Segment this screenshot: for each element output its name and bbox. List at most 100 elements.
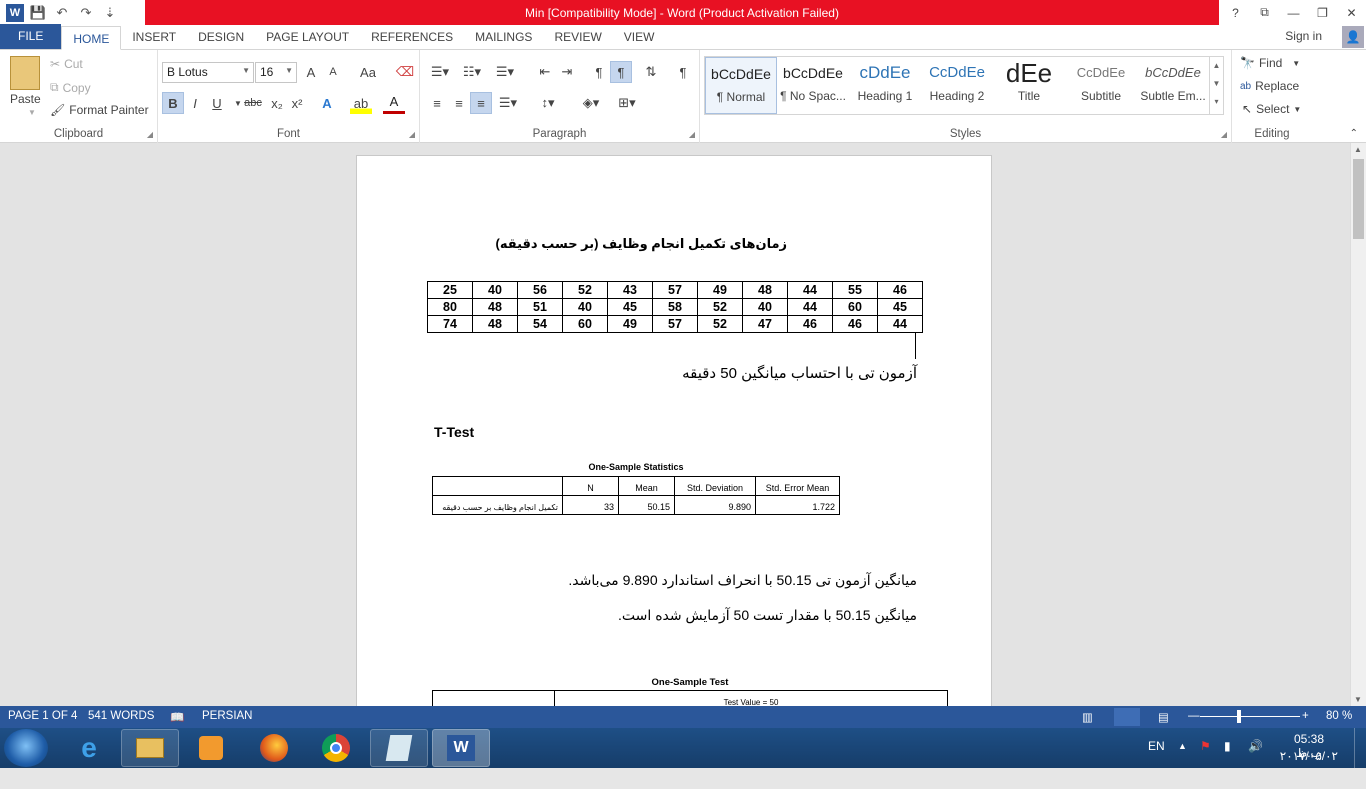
shading-icon[interactable]: ◈▾ xyxy=(576,92,606,114)
clipboard-launcher-icon[interactable]: ◢ xyxy=(147,130,153,139)
select-button[interactable]: ↖ Select ▼ xyxy=(1242,102,1301,116)
start-button-icon[interactable] xyxy=(4,729,48,767)
text-effects-button[interactable]: A xyxy=(316,92,338,114)
tab-page-layout[interactable]: PAGE LAYOUT xyxy=(255,25,360,49)
print-layout-icon[interactable] xyxy=(1114,708,1140,726)
multilevel-list-icon[interactable]: ☰▾ xyxy=(490,61,520,83)
clock-date[interactable]: ۲۰۱۷/۰۵/۰۲ xyxy=(1280,749,1338,789)
paste-dropdown-icon[interactable]: ▼ xyxy=(28,108,36,117)
vertical-scrollbar[interactable]: ▲ ▼ xyxy=(1350,143,1366,706)
notepad-icon[interactable] xyxy=(370,729,428,767)
web-layout-icon[interactable]: ▤ xyxy=(1158,710,1169,724)
highlight-color-button[interactable]: ab xyxy=(350,92,372,114)
zoom-level[interactable]: 80 % xyxy=(1326,710,1352,722)
file-explorer-icon[interactable] xyxy=(121,729,179,767)
collapse-ribbon-icon[interactable]: ⌃ xyxy=(1350,128,1358,139)
help-button[interactable]: ? xyxy=(1221,0,1250,25)
tab-home[interactable]: HOME xyxy=(61,26,122,50)
style-subtitle[interactable]: CcDdEe Subtitle xyxy=(1065,57,1137,114)
save-icon[interactable]: 💾 xyxy=(28,3,48,23)
word-app-icon[interactable]: W xyxy=(6,3,24,22)
align-right-icon[interactable]: ≡ xyxy=(470,92,492,114)
underline-button[interactable]: U xyxy=(206,92,228,114)
styles-launcher-icon[interactable]: ◢ xyxy=(1221,130,1227,139)
show-desktop-button[interactable] xyxy=(1354,728,1366,768)
input-language[interactable]: EN xyxy=(1148,739,1165,779)
style-heading-2[interactable]: CcDdEe Heading 2 xyxy=(921,57,993,114)
tray-expand-icon[interactable]: ▲ xyxy=(1178,741,1187,781)
word-count[interactable]: 541 WORDS xyxy=(88,710,154,722)
font-color-button[interactable]: A xyxy=(383,92,405,114)
font-launcher-icon[interactable]: ◢ xyxy=(409,130,415,139)
grow-font-button[interactable]: A xyxy=(300,61,322,83)
ribbon-display-options-button[interactable]: ⧉ xyxy=(1250,0,1279,25)
scroll-thumb[interactable] xyxy=(1353,159,1364,239)
tab-insert[interactable]: INSERT xyxy=(121,25,187,49)
style-no-spacing[interactable]: bCcDdEe ¶ No Spac... xyxy=(777,57,849,114)
style-subtle-emphasis[interactable]: bCcDdEe Subtle Em... xyxy=(1137,57,1209,114)
copy-button[interactable]: ⧉ Copy xyxy=(50,80,91,95)
rtl-direction-icon[interactable]: ¶ xyxy=(610,61,632,83)
minimize-button[interactable]: — xyxy=(1279,0,1308,25)
sort-icon[interactable]: ⇅ xyxy=(640,61,662,83)
justify-icon[interactable]: ☰▾ xyxy=(494,92,522,114)
close-button[interactable]: ✕ xyxy=(1337,0,1366,25)
zoom-in-icon[interactable]: + xyxy=(1302,710,1309,722)
zoom-out-icon[interactable]: — xyxy=(1188,710,1200,722)
style-heading-1[interactable]: cDdEe Heading 1 xyxy=(849,57,921,114)
action-center-icon[interactable]: ⚑ xyxy=(1200,739,1211,779)
bullets-icon[interactable]: ☰▾ xyxy=(426,61,454,83)
numbering-icon[interactable]: ☷▾ xyxy=(458,61,486,83)
restore-button[interactable]: ❐ xyxy=(1308,0,1337,25)
language-indicator[interactable]: PERSIAN xyxy=(202,710,253,722)
find-button[interactable]: 🔭 Find ▼ xyxy=(1240,56,1300,70)
style-title[interactable]: dEe Title xyxy=(993,57,1065,114)
cut-button[interactable]: ✂ Cut xyxy=(50,57,83,71)
internet-explorer-icon[interactable]: e xyxy=(60,729,118,767)
bold-button[interactable]: B xyxy=(162,92,184,114)
tab-mailings[interactable]: MAILINGS xyxy=(464,25,543,49)
change-case-button[interactable]: Aa xyxy=(353,61,383,83)
network-icon[interactable]: ▮ xyxy=(1224,739,1231,779)
borders-icon[interactable]: ⊞▾ xyxy=(612,92,642,114)
italic-button[interactable]: I xyxy=(184,92,206,114)
page-count[interactable]: PAGE 1 OF 4 xyxy=(8,710,77,722)
font-name-combo[interactable]: B Lotus ▼ xyxy=(162,62,254,83)
clear-formatting-icon[interactable]: ⌫ xyxy=(394,61,416,83)
media-player-icon[interactable] xyxy=(182,729,240,767)
line-spacing-icon[interactable]: ↕▾ xyxy=(534,92,562,114)
zoom-slider-thumb[interactable] xyxy=(1237,710,1241,723)
proofing-icon[interactable]: 📖 xyxy=(170,710,184,724)
tab-review[interactable]: REVIEW xyxy=(543,25,612,49)
read-mode-icon[interactable]: ▥ xyxy=(1082,710,1093,724)
firefox-icon[interactable] xyxy=(245,729,303,767)
tab-design[interactable]: DESIGN xyxy=(187,25,255,49)
styles-scroll-icon[interactable]: ▲ ▼ ▾ xyxy=(1209,57,1223,114)
sign-in-link[interactable]: Sign in xyxy=(1285,29,1322,43)
align-left-icon[interactable]: ≡ xyxy=(426,92,448,114)
volume-icon[interactable]: 🔊 xyxy=(1248,739,1263,779)
increase-indent-icon[interactable]: ⇥ xyxy=(556,61,578,83)
replace-button[interactable]: ab Replace xyxy=(1240,79,1299,93)
paragraph-launcher-icon[interactable]: ◢ xyxy=(689,130,695,139)
format-painter-button[interactable]: 🖌 Format Painter xyxy=(50,103,149,117)
user-avatar-icon[interactable]: 👤 xyxy=(1342,26,1364,48)
zoom-slider[interactable] xyxy=(1200,716,1300,717)
customize-qat-icon[interactable]: ⇣ xyxy=(100,3,120,23)
chrome-icon[interactable] xyxy=(307,729,365,767)
superscript-button[interactable]: x² xyxy=(286,92,308,114)
shrink-font-button[interactable]: A xyxy=(322,61,344,83)
tab-file[interactable]: FILE xyxy=(0,24,62,49)
scroll-down-icon[interactable]: ▼ xyxy=(1354,695,1362,704)
word-taskbar-icon[interactable]: W xyxy=(432,729,490,767)
undo-icon[interactable]: ↶ xyxy=(52,3,72,23)
style-normal[interactable]: bCcDdEe ¶ Normal xyxy=(705,57,777,114)
redo-icon[interactable]: ↷ xyxy=(76,3,96,23)
show-hide-button[interactable]: ¶ xyxy=(672,61,694,83)
tab-view[interactable]: VIEW xyxy=(613,25,666,49)
ltr-direction-icon[interactable]: ¶ xyxy=(588,61,610,83)
font-size-combo[interactable]: 16 ▼ xyxy=(255,62,297,83)
align-center-icon[interactable]: ≡ xyxy=(448,92,470,114)
tab-references[interactable]: REFERENCES xyxy=(360,25,464,49)
paste-button[interactable]: Paste xyxy=(10,92,41,106)
